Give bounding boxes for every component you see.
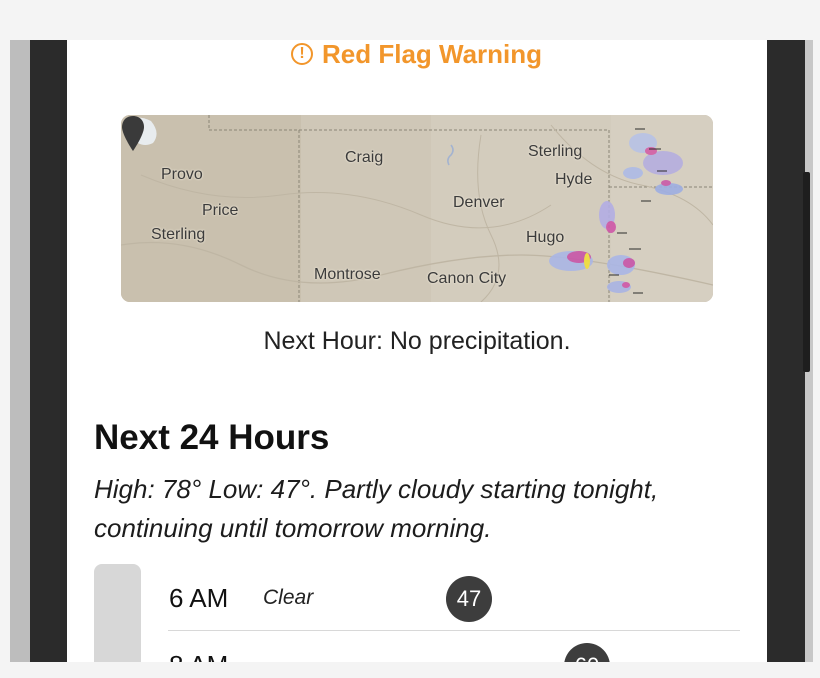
section-title: Next 24 Hours [94,418,330,457]
next-hour-summary: Next Hour: No precipitation. [263,327,571,355]
device-side-button [803,172,810,372]
exclamation-circle-icon: ! [291,43,313,65]
map-city-label: Sterling [151,226,206,243]
hour-time: 8 AM [169,650,228,662]
location-pin-icon [122,116,144,151]
alert-label: Red Flag Warning [322,40,543,69]
temperature-badge: 60 [564,643,610,662]
map-city-label: Provo [161,166,203,183]
map-city-label: Craig [345,149,384,166]
map-city-label: Denver [453,194,505,211]
temperature-badge: 47 [446,576,492,622]
device-bezel-right [767,40,805,662]
weather-screen: ! Red Flag Warning Craig Sterling Provo … [67,40,767,662]
device-bezel-left [30,40,67,662]
hour-time: 6 AM [169,583,229,613]
map-city-label: Canon City [427,270,507,287]
map-city-label: Hyde [555,171,593,188]
map-city-label: Sterling [528,143,583,160]
device-frame-edge-left [10,40,30,662]
forecast-summary: High: 78° Low: 47°. Partly cloudy starti… [94,474,659,543]
temperature-bar [94,564,141,662]
row-divider [168,630,740,631]
map-city-label: Montrose [314,266,381,283]
radar-map[interactable]: Craig Sterling Provo Hyde Price Denver S… [121,115,713,302]
red-flag-warning-alert[interactable]: ! Red Flag Warning [291,40,543,69]
hour-condition: Clear [263,586,314,609]
map-city-label: Price [202,202,239,219]
map-city-label: Hugo [526,229,565,246]
